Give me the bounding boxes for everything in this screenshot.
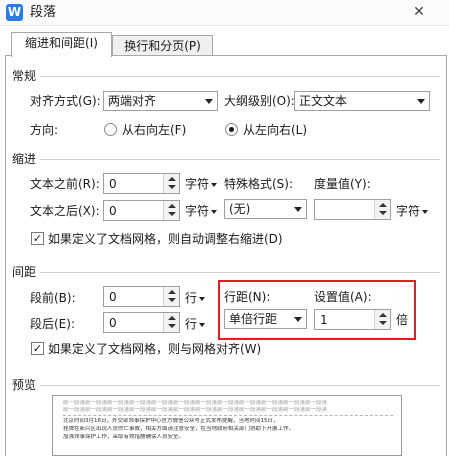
preview-pane: 前一段落前一段落前一段落前一段落前一段落前一段落前一段落前一段落前一段落前一段落… xyxy=(52,395,402,456)
outline-level-select[interactable]: 正文文本 xyxy=(294,91,430,111)
chevron-down-icon xyxy=(422,209,429,214)
chevron-down-icon xyxy=(211,182,218,187)
line-spacing-value: 单倍行距 xyxy=(229,312,278,326)
line-spacing-label: 行距(N): xyxy=(224,290,271,304)
tab-line-page-breaks[interactable]: 换行和分页(P) xyxy=(112,35,213,57)
unit-text: 字符 xyxy=(185,177,210,191)
measure-label: 度量值(Y): xyxy=(314,177,371,191)
preview-line: 北京时间3月16日，外交部领事保护中心官方微信公众号正式发布提醒，当地时间15日… xyxy=(63,418,279,424)
indent-before-value: 0 xyxy=(109,177,117,191)
special-format-value: (无) xyxy=(229,202,251,216)
unit-text: 行 xyxy=(185,317,198,331)
space-after-unit[interactable]: 行 xyxy=(185,316,206,332)
setting-value-label: 设置值(A): xyxy=(314,290,372,304)
arrow-up-icon xyxy=(168,177,176,181)
space-before-label: 段前(B): xyxy=(30,291,76,305)
outline-level-label: 大纲级别(O): xyxy=(224,94,295,108)
close-icon[interactable]: ✕ xyxy=(408,2,430,22)
measure-unit[interactable]: 字符 xyxy=(396,203,429,219)
indent-after-value: 0 xyxy=(109,204,117,218)
preview-line: 加强领事保护工作，采取有效措施确保人员安全。 xyxy=(63,434,185,440)
space-before-value: 0 xyxy=(109,290,117,304)
arrow-down-icon xyxy=(168,212,176,216)
snap-to-grid-checkbox[interactable]: ✓ xyxy=(31,342,44,355)
preview-line: 前一段落前一段落前一段落前一段落前一段落前一段落前一段落前一段落前一段落前一段落… xyxy=(63,407,328,413)
arrow-down-icon xyxy=(168,298,176,302)
space-after-value: 0 xyxy=(109,316,117,330)
rtl-radio[interactable] xyxy=(104,123,117,136)
chevron-down-icon xyxy=(199,296,206,301)
section-divider xyxy=(12,385,440,386)
arrow-down-icon xyxy=(379,211,387,215)
tab-indent-spacing[interactable]: 缩进和间距(I) xyxy=(11,32,112,57)
preview-line: 挂牌在新兴区出现人员伤亡事故，相关方面请注意安全，在当地政府相关部门协助下开展工… xyxy=(63,426,295,432)
indent-after-label: 文本之后(X): xyxy=(30,204,100,218)
section-divider xyxy=(12,159,440,160)
section-divider xyxy=(12,272,440,273)
unit-text: 字符 xyxy=(185,204,210,218)
spinner-buttons[interactable] xyxy=(163,174,179,193)
title-bar xyxy=(0,0,449,26)
unit-text: 字符 xyxy=(396,204,421,218)
direction-label: 方向: xyxy=(30,123,59,137)
section-divider xyxy=(12,76,440,77)
auto-adjust-right-indent-label[interactable]: 如果定义了文档网格，则自动调整右缩进(D) xyxy=(48,231,283,247)
indent-after-unit[interactable]: 字符 xyxy=(185,203,218,219)
arrow-up-icon xyxy=(379,313,387,317)
special-format-label: 特殊格式(S): xyxy=(224,177,294,191)
rtl-radio-label[interactable]: 从右向左(F) xyxy=(122,122,186,138)
space-before-unit[interactable]: 行 xyxy=(185,290,206,306)
measure-spinner[interactable] xyxy=(314,199,391,220)
spinner-buttons[interactable] xyxy=(163,201,179,220)
arrow-down-icon xyxy=(168,185,176,189)
setting-value-unit: 倍 xyxy=(396,313,409,327)
section-header-spacing: 间距 xyxy=(12,264,41,280)
indent-after-spinner[interactable]: 0 xyxy=(103,200,180,221)
special-format-select[interactable]: (无) xyxy=(224,199,307,219)
section-header-preview: 预览 xyxy=(12,377,41,393)
space-after-label: 段后(E): xyxy=(30,317,75,331)
spinner-buttons[interactable] xyxy=(374,200,390,219)
dialog-title: 段落 xyxy=(30,5,57,20)
arrow-up-icon xyxy=(168,204,176,208)
wps-writer-icon: W xyxy=(6,4,23,21)
setting-value-spinner[interactable]: 1 xyxy=(314,309,391,330)
ltr-radio-label[interactable]: 从左向右(L) xyxy=(243,122,307,138)
alignment-select[interactable]: 两端对齐 xyxy=(103,91,218,111)
alignment-value: 两端对齐 xyxy=(108,94,157,108)
arrow-up-icon xyxy=(168,316,176,320)
indent-before-label: 文本之前(R): xyxy=(30,177,100,191)
arrow-up-icon xyxy=(379,203,387,207)
section-header-indent: 缩进 xyxy=(12,151,41,167)
alignment-label: 对齐方式(G): xyxy=(30,94,101,108)
unit-text: 行 xyxy=(185,291,198,305)
space-before-spinner[interactable]: 0 xyxy=(103,286,180,307)
auto-adjust-right-indent-checkbox[interactable]: ✓ xyxy=(31,232,44,245)
ltr-radio[interactable] xyxy=(225,123,238,136)
chevron-down-icon xyxy=(294,317,302,322)
arrow-down-icon xyxy=(168,324,176,328)
arrow-down-icon xyxy=(379,321,387,325)
spinner-buttons[interactable] xyxy=(163,287,179,306)
setting-value: 1 xyxy=(320,313,328,327)
chevron-down-icon xyxy=(205,99,213,104)
preview-line: 前一段落前一段落前一段落前一段落前一段落前一段落前一段落前一段落前一段落前一段落… xyxy=(63,400,328,406)
indent-before-unit[interactable]: 字符 xyxy=(185,176,218,192)
arrow-up-icon xyxy=(168,290,176,294)
indent-before-spinner[interactable]: 0 xyxy=(103,173,180,194)
outline-level-value: 正文文本 xyxy=(299,94,348,108)
spinner-buttons[interactable] xyxy=(163,313,179,332)
line-spacing-select[interactable]: 单倍行距 xyxy=(224,309,307,329)
preview-divider xyxy=(63,415,393,416)
chevron-down-icon xyxy=(294,207,302,212)
spinner-buttons[interactable] xyxy=(374,310,390,329)
section-header-general: 常规 xyxy=(12,68,41,84)
chevron-down-icon xyxy=(417,99,425,104)
chevron-down-icon xyxy=(199,322,206,327)
chevron-down-icon xyxy=(211,209,218,214)
snap-to-grid-label[interactable]: 如果定义了文档网格，则与网格对齐(W) xyxy=(48,341,261,357)
space-after-spinner[interactable]: 0 xyxy=(103,312,180,333)
